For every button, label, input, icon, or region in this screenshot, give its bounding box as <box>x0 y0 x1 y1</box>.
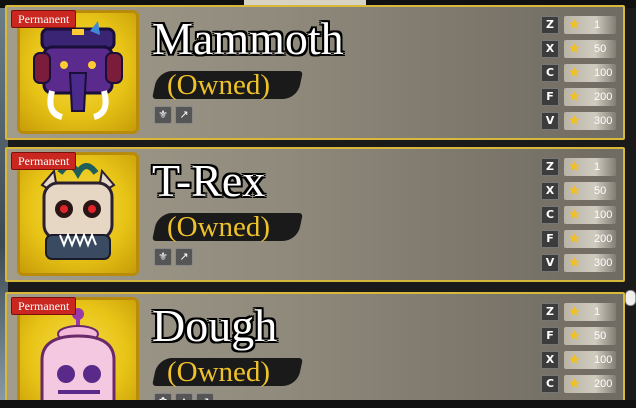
move-row: V ★ 300 <box>539 109 619 133</box>
move-key: F <box>541 230 559 248</box>
star-icon: ★ <box>568 65 581 81</box>
mastery-value: 100 <box>594 354 613 366</box>
fruit-name: T-Rex <box>152 155 266 206</box>
scrollbar-handle[interactable] <box>625 290 636 306</box>
ability-icons: ⚜ ↗ <box>154 247 196 266</box>
move-row: Z ★ 1 <box>539 13 619 37</box>
mastery-bar: ★ 300 <box>564 112 616 130</box>
move-row: X ★ 50 <box>539 179 619 203</box>
fruit-card-dough[interactable]: Permanent Dough (Owned) ✿▲↗ Z ★1 F ★50 X… <box>5 292 625 408</box>
mastery-value: 50 <box>594 185 607 197</box>
slot-icon: ↗ <box>175 248 193 266</box>
mammoth-fruit-icon <box>17 10 139 134</box>
mastery-bar: ★ 50 <box>564 40 616 58</box>
move-key: V <box>541 254 559 272</box>
star-icon: ★ <box>568 328 581 344</box>
move-row: Z ★ 1 <box>539 300 619 324</box>
move-key: C <box>541 206 559 224</box>
fruit-name: Dough <box>152 300 278 351</box>
permanent-badge: Permanent <box>11 10 77 28</box>
star-icon: ★ <box>568 231 581 247</box>
mastery-value: 200 <box>594 378 613 390</box>
move-key: V <box>541 112 559 130</box>
move-list: Z ★ 1 F ★ 50 X ★ 100 C ★ 200 <box>539 300 619 396</box>
mastery-value: 100 <box>594 67 613 79</box>
owned-label: (Owned) <box>167 211 271 243</box>
fruit-card-mammoth[interactable]: Permanent Mammoth (Owned) ⚜ ↗ Z ★ 1 X ★ 50 … <box>5 5 625 140</box>
mastery-bar: ★ 100 <box>564 206 616 224</box>
move-row: C ★ 100 <box>539 61 619 85</box>
slot-icon: ⚜ <box>154 248 172 266</box>
move-key: Z <box>541 16 559 34</box>
owned-label: (Owned) <box>167 356 271 388</box>
owned-label: (Owned) <box>167 69 271 101</box>
owned-status: (Owned) <box>152 209 303 245</box>
star-icon: ★ <box>568 159 581 175</box>
star-icon: ★ <box>568 113 581 129</box>
mastery-value: 300 <box>594 115 613 127</box>
permanent-badge: Permanent <box>11 152 77 170</box>
move-row: X ★ 50 <box>539 37 619 61</box>
mastery-bar: ★ 100 <box>564 351 616 369</box>
move-key: X <box>541 182 559 200</box>
star-icon: ★ <box>568 255 581 271</box>
move-row: F ★ 200 <box>539 227 619 251</box>
owned-status: (Owned) <box>152 354 303 390</box>
move-key: X <box>541 40 559 58</box>
fruit-name: Mammoth <box>152 13 344 64</box>
t-rex-fruit-icon <box>17 152 139 276</box>
move-key: F <box>541 327 559 345</box>
move-row: Z ★ 1 <box>539 155 619 179</box>
slot-icon: ⚜ <box>154 106 172 124</box>
mastery-bar: ★ 300 <box>564 254 616 272</box>
move-key: Z <box>541 158 559 176</box>
move-row: C ★ 100 <box>539 203 619 227</box>
mastery-bar: ★ 200 <box>564 88 616 106</box>
move-list: Z ★ 1 X ★ 50 C ★ 100 F ★ 200 V ★ 300 <box>539 155 619 275</box>
move-row: F ★ 50 <box>539 324 619 348</box>
star-icon: ★ <box>568 352 581 368</box>
move-key: F <box>541 88 559 106</box>
mastery-value: 100 <box>594 209 613 221</box>
mastery-value: 1 <box>594 306 601 318</box>
star-icon: ★ <box>568 89 581 105</box>
move-key: Z <box>541 303 559 321</box>
bottom-bar <box>0 400 636 408</box>
mastery-bar: ★ 50 <box>564 182 616 200</box>
move-key: C <box>541 375 559 393</box>
mastery-value: 300 <box>594 257 613 269</box>
mastery-value: 200 <box>594 91 613 103</box>
fruit-list[interactable]: Permanent Mammoth (Owned) ⚜ ↗ Z ★ 1 X ★ 50 … <box>5 5 625 408</box>
star-icon: ★ <box>568 304 581 320</box>
mastery-bar: ★ 50 <box>564 327 616 345</box>
ability-icons: ⚜ ↗ <box>154 105 196 124</box>
move-row: F ★ 200 <box>539 85 619 109</box>
mastery-bar: ★ 200 <box>564 230 616 248</box>
mastery-value: 1 <box>594 19 601 31</box>
move-row: V ★ 300 <box>539 251 619 275</box>
move-key: C <box>541 64 559 82</box>
move-list: Z ★ 1 X ★ 50 C ★ 100 F ★ 200 V ★ 300 <box>539 13 619 133</box>
fruit-card-t-rex[interactable]: Permanent T-Rex (Owned) ⚜ ↗ Z ★ 1 X ★ 50 C … <box>5 147 625 282</box>
mastery-bar: ★ 100 <box>564 64 616 82</box>
mastery-bar: ★ 1 <box>564 158 616 176</box>
mastery-bar: ★ 1 <box>564 16 616 34</box>
mastery-value: 200 <box>594 233 613 245</box>
mastery-value: 50 <box>594 43 607 55</box>
star-icon: ★ <box>568 183 581 199</box>
owned-status: (Owned) <box>152 67 303 103</box>
mastery-value: 50 <box>594 330 607 342</box>
star-icon: ★ <box>568 17 581 33</box>
star-icon: ★ <box>568 376 581 392</box>
star-icon: ★ <box>568 41 581 57</box>
mastery-value: 1 <box>594 161 601 173</box>
slot-icon: ↗ <box>175 106 193 124</box>
move-row: C ★ 200 <box>539 372 619 396</box>
star-icon: ★ <box>568 207 581 223</box>
mastery-bar: ★ 200 <box>564 375 616 393</box>
move-row: X ★ 100 <box>539 348 619 372</box>
move-key: X <box>541 351 559 369</box>
mastery-bar: ★ 1 <box>564 303 616 321</box>
permanent-badge: Permanent <box>11 297 77 315</box>
